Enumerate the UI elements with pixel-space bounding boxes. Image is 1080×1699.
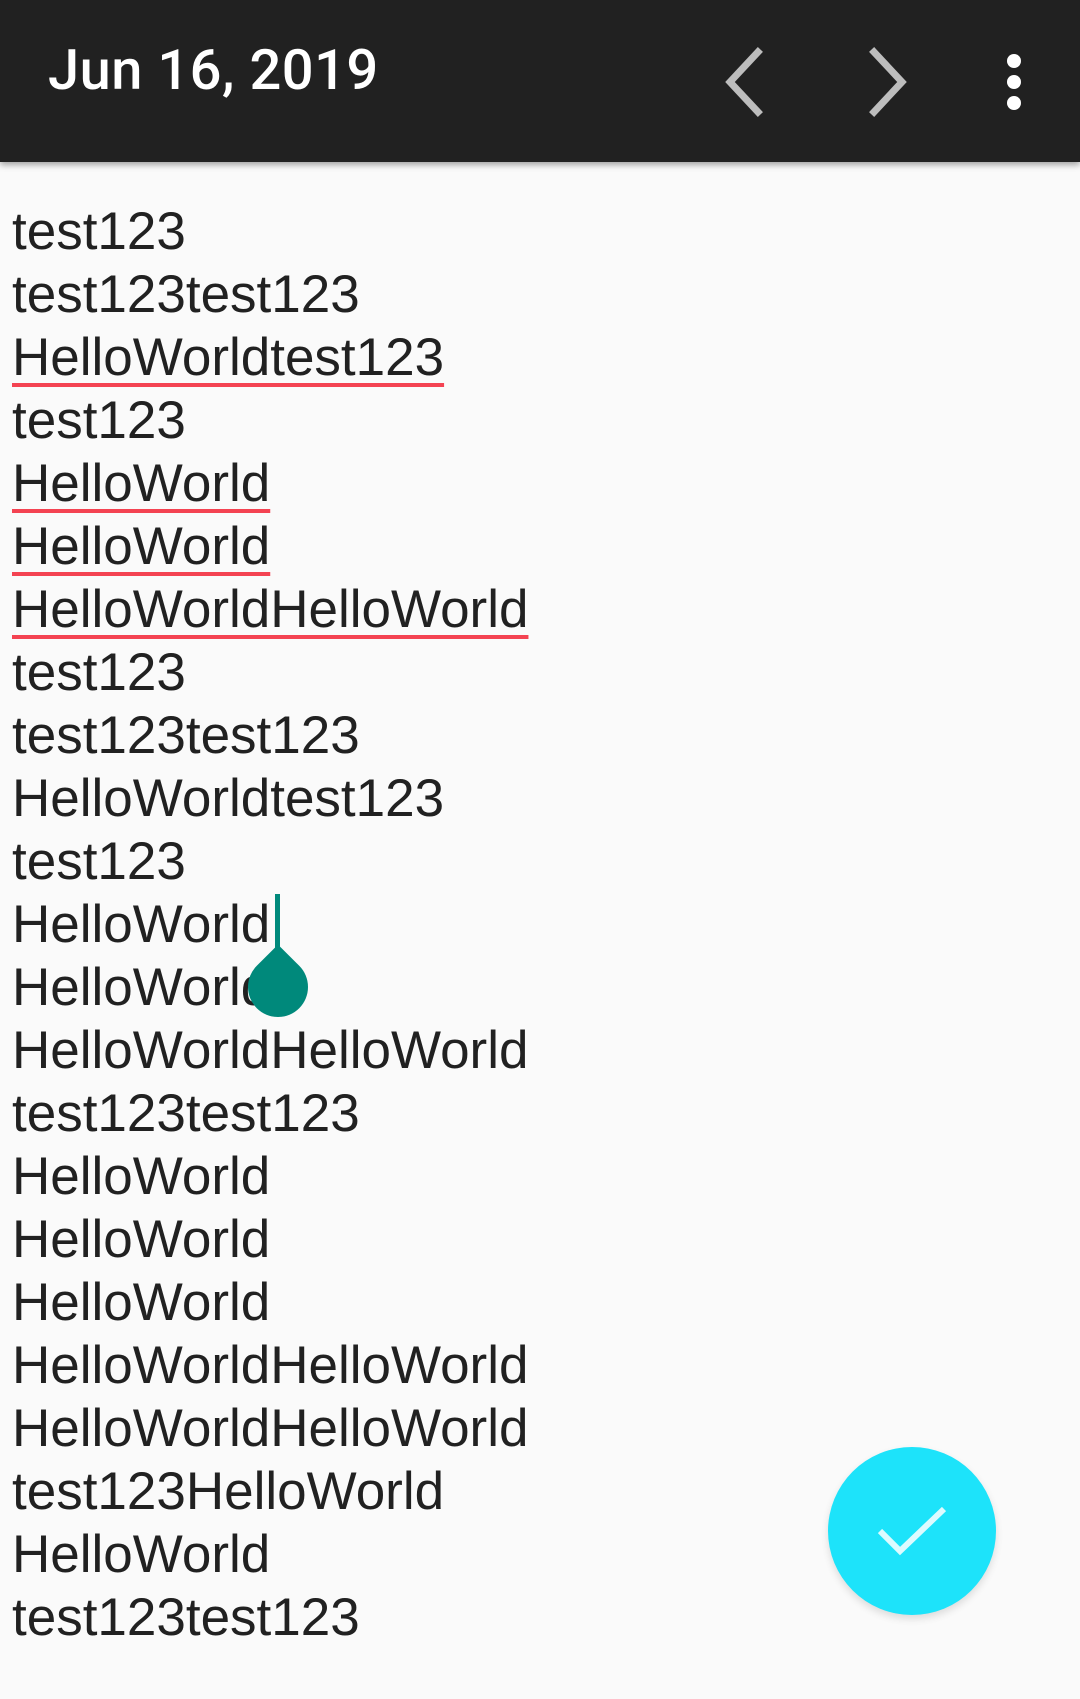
editor-line[interactable]: HelloWorld [12,515,528,578]
top-app-bar: Jun 16, 2019 [0,0,1080,162]
line-text: test123 [12,391,186,450]
editor-line[interactable]: test123test123 [12,1082,528,1145]
editor-line[interactable]: test123 [12,641,528,704]
editor-line[interactable]: HelloWorldtest123 [12,326,528,389]
misspelled-text: HelloWorldtest123 [12,328,445,387]
editor-line[interactable]: HelloWorld [12,893,528,956]
line-text: test123 [12,832,186,891]
line-text: test123 [12,202,186,261]
line-text: HelloWorld [12,1210,271,1269]
editor-line[interactable]: test123test123 [12,1586,528,1649]
editor-line[interactable]: test123 [12,830,528,893]
save-fab-button[interactable] [828,1447,996,1615]
editor-line[interactable]: HelloWorldHelloWorld [12,578,528,641]
overflow-menu-button[interactable] [972,40,1056,124]
editor-line[interactable]: test123HelloWorld [12,1460,528,1523]
line-text: HelloWorldHelloWorld [12,1336,529,1395]
more-vert-icon [1007,54,1021,110]
line-text: HelloWorld [12,1273,271,1332]
line-text: test123test123 [12,1084,360,1143]
line-text: HelloWorld [12,1147,271,1206]
line-text: HelloWorld [12,1525,271,1584]
line-text: HelloWorld [12,958,271,1017]
misspelled-text: HelloWorldHelloWorld [12,580,529,639]
editor-line[interactable]: test123test123 [12,263,528,326]
editor-line[interactable]: HelloWorldHelloWorld [12,1334,528,1397]
editor-line[interactable]: test123test123 [12,704,528,767]
line-text: HelloWorldHelloWorld [12,1021,529,1080]
editor-line[interactable]: HelloWorld [12,452,528,515]
note-text-editor[interactable]: test123 test123test123 HelloWorldtest123 te… [12,200,528,1649]
misspelled-text: HelloWorld [12,454,271,513]
line-text: test123HelloWorld [12,1462,445,1521]
editor-line[interactable]: HelloWorld [12,1145,528,1208]
editor-line[interactable]: HelloWorld [12,1208,528,1271]
line-text: HelloWorld [12,895,271,954]
line-text: HelloWorldHelloWorld [12,1399,529,1458]
check-icon [877,1506,947,1556]
line-text: HelloWorldtest123 [12,769,445,828]
editor-line[interactable]: HelloWorldtest123 [12,767,528,830]
line-text: test123test123 [12,265,360,324]
chevron-right-icon [869,47,907,117]
line-text: test123test123 [12,706,360,765]
editor-line[interactable]: HelloWorldHelloWorld [12,1397,528,1460]
line-text: test123 [12,643,186,702]
editor-line[interactable]: HelloWorldHelloWorld [12,1019,528,1082]
next-day-button[interactable] [846,40,930,124]
chevron-left-icon [725,47,763,117]
editor-line[interactable]: test123 [12,389,528,452]
previous-day-button[interactable] [702,40,786,124]
editor-line[interactable]: test123 [12,200,528,263]
misspelled-text: HelloWorld [12,517,271,576]
editor-line[interactable]: HelloWorld [12,1523,528,1586]
editor-line[interactable]: HelloWorld [12,1271,528,1334]
line-text: test123test123 [12,1588,360,1647]
date-title: Jun 16, 2019 [48,37,379,103]
